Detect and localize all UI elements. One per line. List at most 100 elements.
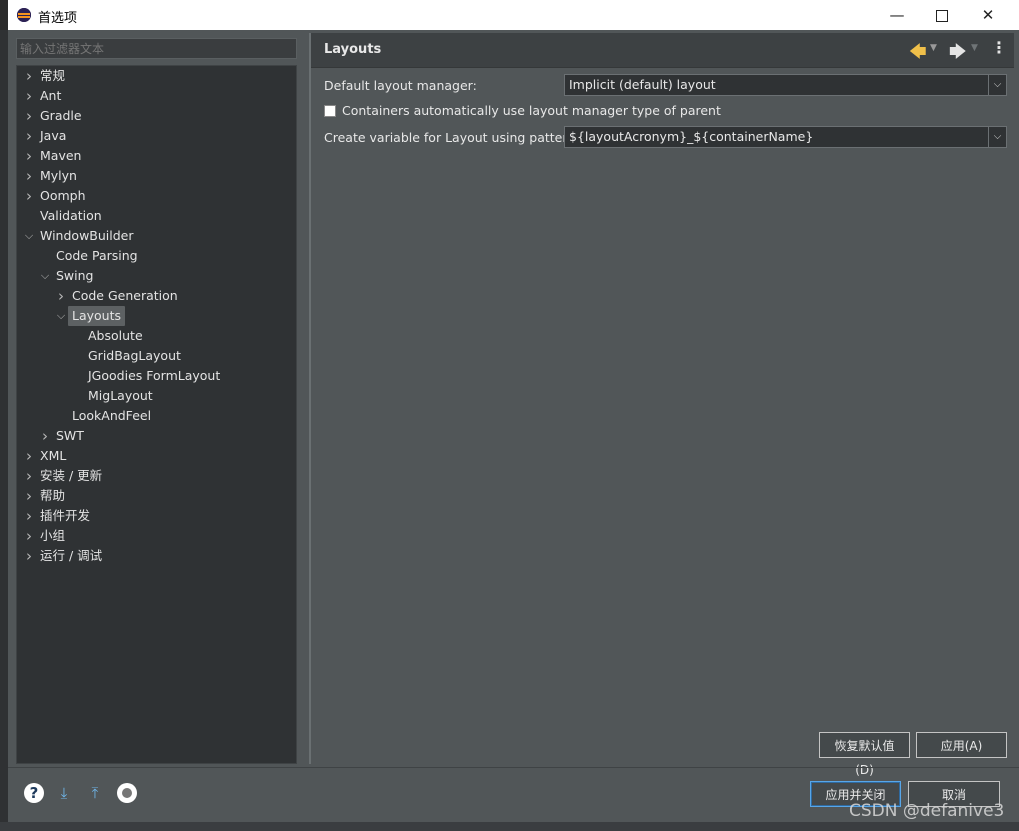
tree-item-label: 帮助 [40,488,66,503]
variable-pattern-value: ${layoutAcronym}_${containerName} [569,129,814,144]
background-editor-left [0,30,8,831]
help-icon[interactable]: ? [24,783,44,803]
chevron-right-icon[interactable]: › [21,526,37,546]
chevron-right-icon[interactable]: › [21,186,37,206]
chevron-right-icon[interactable]: › [21,466,37,486]
tree-item[interactable]: Code Parsing [17,246,296,266]
chevron-right-icon[interactable]: › [21,546,37,566]
chevron-right-icon[interactable]: › [21,506,37,526]
tree-item-label: XML [40,448,67,463]
tree-item[interactable]: Validation [17,206,296,226]
tree-item[interactable]: › 小组 [17,526,296,546]
back-arrow-icon[interactable]: 🡄 [909,39,927,68]
tree-item[interactable]: ⌵ Swing [17,266,296,286]
tree-item-label: Java [40,128,67,143]
close-button[interactable]: ✕ [965,0,1011,30]
preferences-dialog: 首选项 — ✕ ›常规›Ant›Gradle›Java›Maven›Mylyn›… [8,0,1019,822]
tree-item[interactable]: JGoodies FormLayout [17,366,296,386]
maximize-button[interactable] [919,0,965,30]
chevron-right-icon[interactable]: › [37,426,53,446]
chevron-right-icon[interactable]: › [21,486,37,506]
chevron-right-icon[interactable]: › [21,66,37,86]
window-title: 首选项 [38,11,78,26]
view-menu-icon[interactable]: ⋮ [991,38,1007,57]
title-bar: 首选项 — ✕ [8,0,1019,30]
default-layout-label: Default layout manager: [324,78,477,93]
containers-checkbox[interactable] [324,105,336,117]
forward-history-dropdown-icon[interactable]: ▼ [971,43,978,53]
watermark: CSDN @defanive3 [849,801,1005,821]
apply-button[interactable]: 应用(A) [916,732,1007,758]
chevron-right-icon[interactable]: › [21,126,37,146]
record-icon[interactable] [117,783,137,803]
tree-item-label: 运行 / 调试 [40,548,103,563]
chevron-right-icon[interactable]: › [21,166,37,186]
tree-item-label: MigLayout [88,388,153,403]
tree-item-label: Layouts [68,306,126,326]
tree-item[interactable]: › Java [17,126,296,146]
tree-item[interactable]: › SWT [17,426,296,446]
chevron-right-icon[interactable]: › [21,146,37,166]
tree-item[interactable]: › 插件开发 [17,506,296,526]
default-layout-select[interactable]: Implicit (default) layout ⌵ [564,74,1007,96]
tree-item-label: 安装 / 更新 [40,468,103,483]
forward-arrow-icon[interactable]: 🡆 [949,39,967,68]
tree-item[interactable]: ⌵ Layouts [17,306,296,326]
tree-item[interactable]: › Code Generation [17,286,296,306]
preference-page: Layouts 🡄 ▼ 🡆 ▼ ⋮ Default layout manager… [309,33,1014,777]
chevron-right-icon[interactable]: › [21,86,37,106]
import-icon[interactable]: ⤓ [54,783,74,803]
page-header: Layouts 🡄 ▼ 🡆 ▼ ⋮ [311,33,1014,68]
tree-item-label: 常规 [40,68,66,83]
tree-item[interactable]: › 运行 / 调试 [17,546,296,566]
background-editor-bottom [0,822,1019,831]
variable-pattern-combo[interactable]: ${layoutAcronym}_${containerName} ⌵ [564,126,1007,148]
tree-item-label: Validation [40,208,102,223]
chevron-down-icon[interactable]: ⌵ [37,266,53,286]
tree-item[interactable]: Absolute [17,326,296,346]
tree-item[interactable]: › Maven [17,146,296,166]
tree-item[interactable]: › 常规 [17,66,296,86]
tree-item[interactable]: › 帮助 [17,486,296,506]
tree-item-label: 插件开发 [40,508,91,523]
filter-input[interactable] [16,38,297,59]
tree-item[interactable]: LookAndFeel [17,406,296,426]
tree-item-label: Code Parsing [56,248,138,263]
page-title: Layouts [324,42,382,57]
chevron-right-icon[interactable]: › [21,446,37,466]
tree-item-label: WindowBuilder [40,228,134,243]
back-history-dropdown-icon[interactable]: ▼ [930,43,937,53]
tree-item-label: Oomph [40,188,86,203]
tree-item[interactable]: › Oomph [17,186,296,206]
tree-item[interactable]: GridBagLayout [17,346,296,366]
tree-item[interactable]: › Mylyn [17,166,296,186]
chevron-down-icon[interactable]: ⌵ [988,127,1006,147]
tree-item[interactable]: ⌵ WindowBuilder [17,226,296,246]
footer-divider [8,767,1019,768]
tree-item-label: SWT [56,428,84,443]
tree-item-label: Code Generation [72,288,178,303]
restore-defaults-button[interactable]: 恢复默认值(D) [819,732,910,777]
preferences-tree: › 常规 › Ant › Gradle › Java › Maven › Mylyn › Oomph Val… [16,65,297,764]
tree-item-label: Mylyn [40,168,77,183]
tree-item[interactable]: › Ant [17,86,296,106]
tree-item[interactable]: MigLayout [17,386,296,406]
tree-item[interactable]: › 安装 / 更新 [17,466,296,486]
variable-pattern-label: Create variable for Layout using pattern… [324,130,580,145]
default-layout-value: Implicit (default) layout [569,77,716,92]
chevron-down-icon[interactable]: ⌵ [988,75,1006,95]
tree-item-label: Swing [56,268,94,283]
chevron-down-icon[interactable]: ⌵ [21,226,37,246]
eclipse-app-icon [17,8,31,22]
tree-item-label: GridBagLayout [88,348,181,363]
containers-checkbox-label[interactable]: Containers automatically use layout mana… [342,103,721,118]
tree-item[interactable]: › Gradle [17,106,296,126]
tree-item-label: Maven [40,148,82,163]
chevron-down-icon[interactable]: ⌵ [53,306,69,326]
chevron-right-icon[interactable]: › [53,286,69,306]
chevron-right-icon[interactable]: › [21,106,37,126]
tree-item-label: 小组 [40,528,66,543]
minimize-button[interactable]: — [874,0,920,30]
tree-item[interactable]: › XML [17,446,296,466]
export-icon[interactable]: ⤒ [85,783,105,803]
